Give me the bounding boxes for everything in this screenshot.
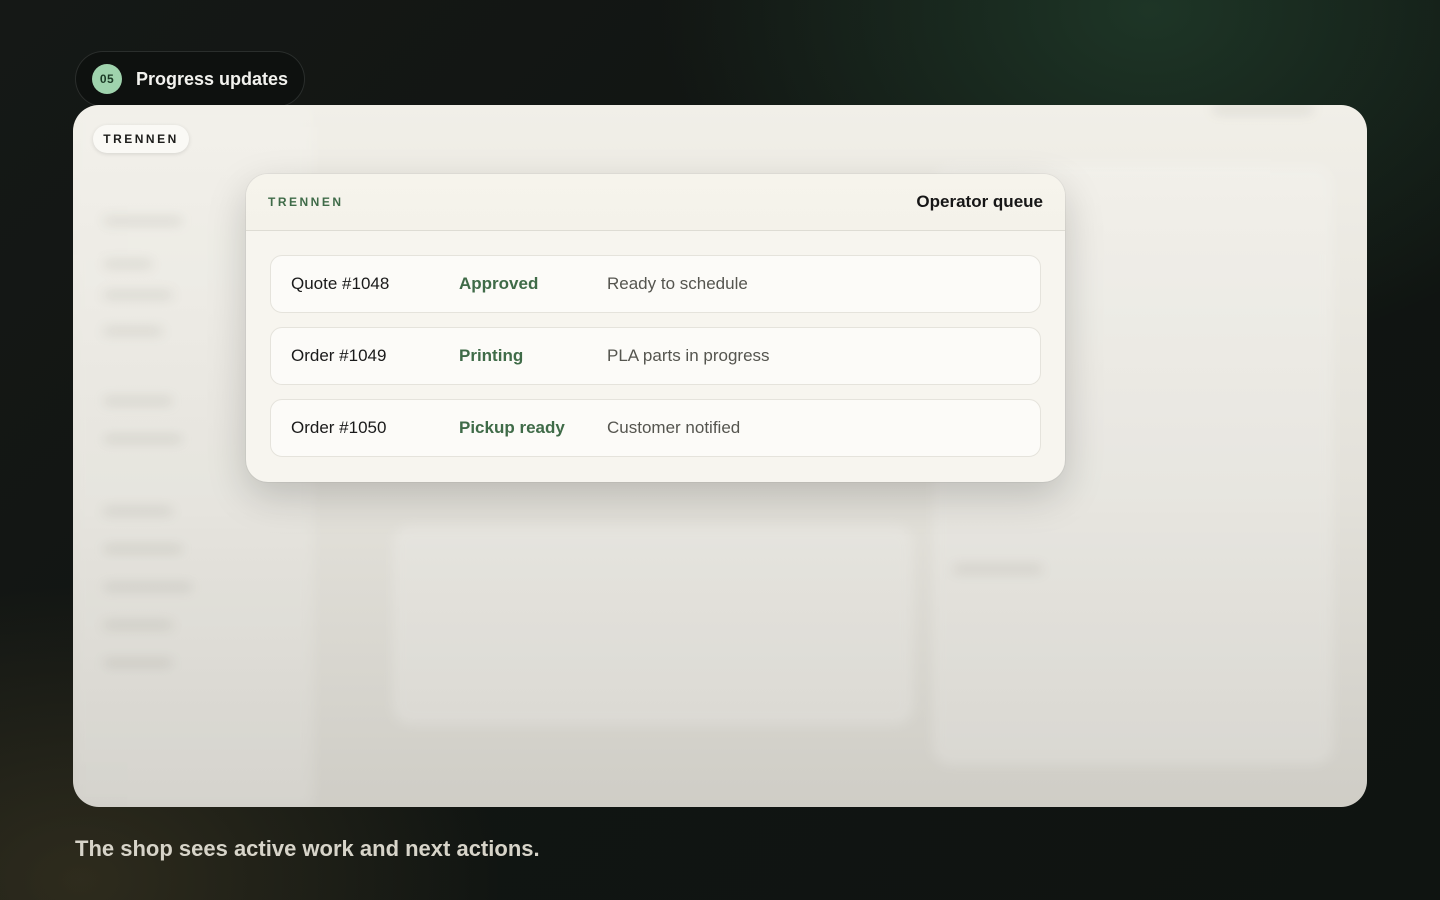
row-note: Ready to schedule	[607, 274, 748, 293]
operator-queue-panel: TRENNEN Operator queue Quote #1048 Appro…	[246, 174, 1065, 482]
row-id: Order #1049	[291, 346, 387, 365]
queue-row[interactable]: Order #1050 Pickup ready Customer notifi…	[270, 399, 1041, 457]
queue-row[interactable]: Quote #1048 Approved Ready to schedule	[270, 255, 1041, 313]
row-status: Printing	[459, 346, 524, 365]
step-label: Progress updates	[136, 68, 289, 89]
queue-brand: TRENNEN	[268, 195, 344, 209]
queue-row[interactable]: Order #1049 Printing PLA parts in progre…	[270, 327, 1041, 385]
row-id: Order #1050	[291, 418, 387, 437]
row-note: Customer notified	[607, 418, 741, 437]
queue-rows: Quote #1048 Approved Ready to schedule O…	[246, 231, 1065, 457]
caption: The shop sees active work and next actio…	[75, 836, 540, 861]
stage-brand-badge: TRENNEN	[93, 125, 189, 153]
row-status: Approved	[459, 274, 539, 293]
queue-title: Operator queue	[916, 192, 1043, 211]
queue-header: TRENNEN Operator queue	[246, 174, 1065, 231]
row-id: Quote #1048	[291, 274, 390, 293]
step-pill: 05 Progress updates	[75, 51, 305, 107]
row-status: Pickup ready	[459, 418, 565, 437]
row-note: PLA parts in progress	[607, 346, 770, 365]
step-number-badge: 05	[92, 64, 122, 94]
stage-card: TRENNEN TRENNEN Operator queue Quote #10…	[73, 105, 1367, 807]
